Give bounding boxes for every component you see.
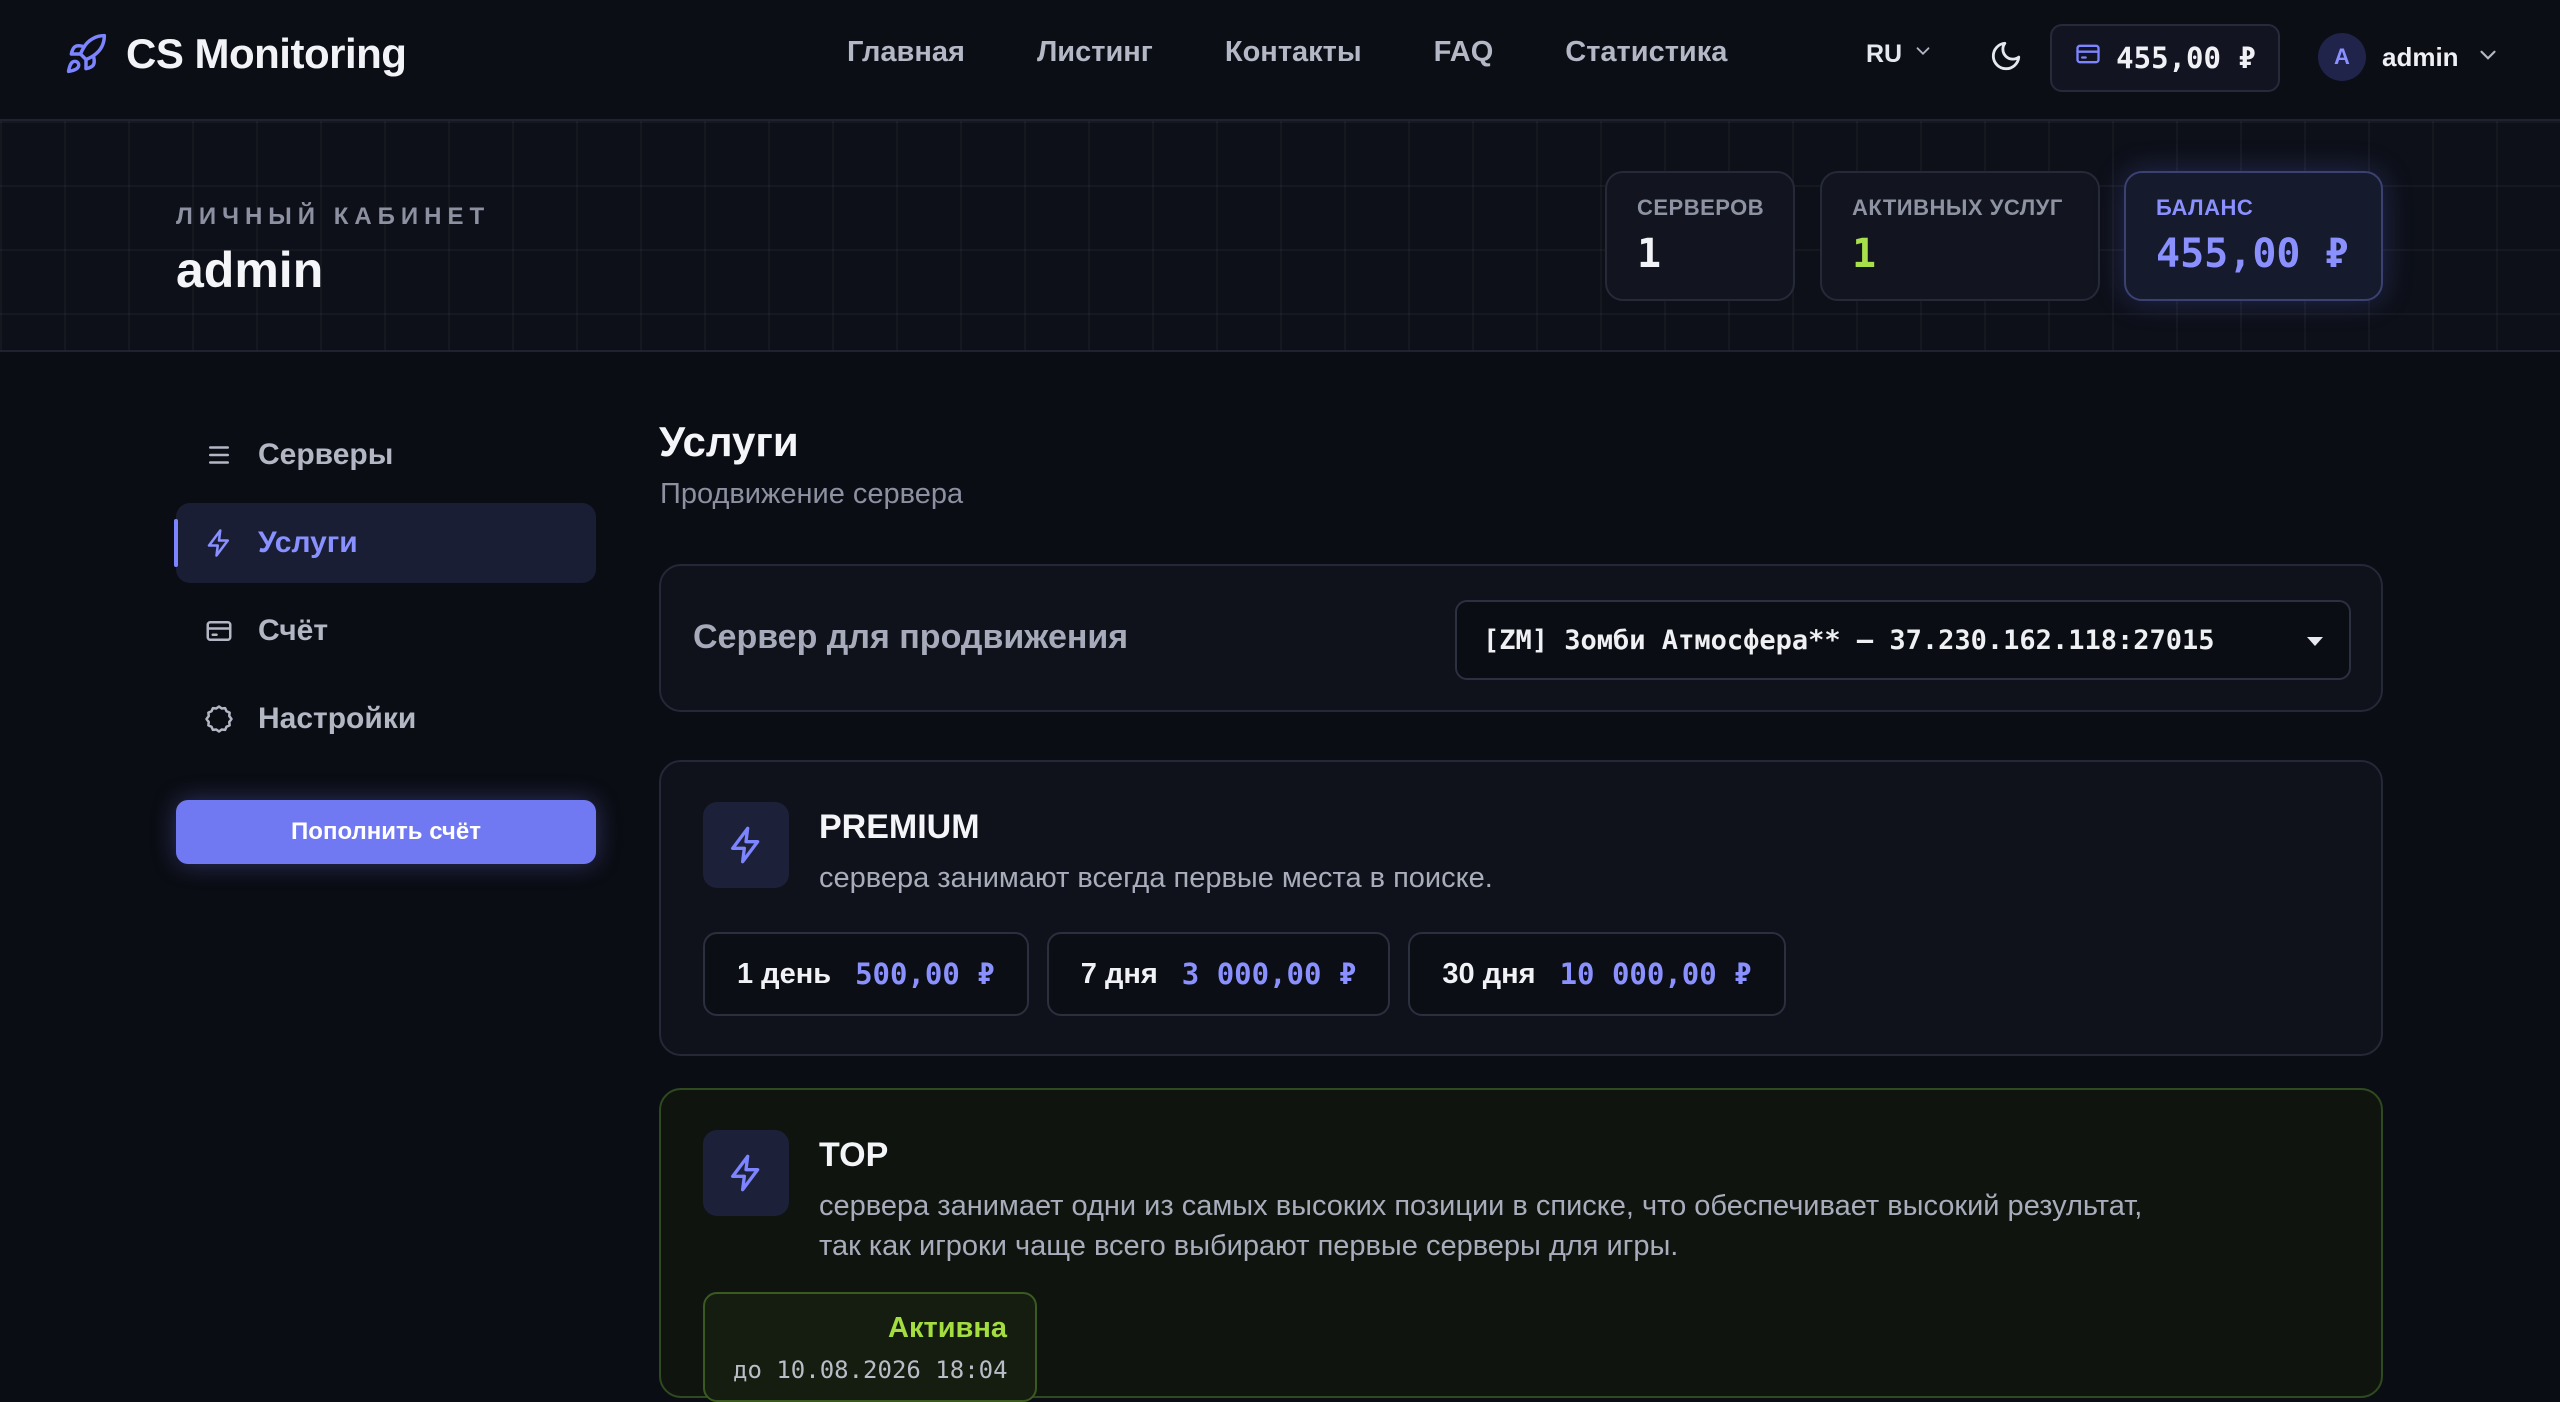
- stat-card-servers: СЕРВЕРОВ 1: [1605, 171, 1795, 301]
- chevron-down-icon: [2475, 42, 2501, 73]
- lightning-icon: [703, 1130, 789, 1216]
- rocket-icon: [64, 32, 108, 76]
- theme-toggle-button[interactable]: [1986, 38, 2026, 78]
- user-name: admin: [2382, 41, 2459, 72]
- stat-card-active-services: АКТИВНЫХ УСЛУГ 1: [1820, 171, 2100, 301]
- status-badge: Активна: [888, 1312, 1007, 1344]
- stat-label: БАЛАНС: [2156, 195, 2254, 220]
- nav-item-faq[interactable]: FAQ: [1434, 36, 1494, 69]
- brand-logo[interactable]: CS Monitoring: [64, 30, 407, 78]
- service-status-badge: Активна до 10.08.2026 18:04: [703, 1292, 1037, 1402]
- sidebar-item-label: Счёт: [258, 614, 329, 647]
- server-picker-label: Сервер для продвижения: [693, 618, 1129, 656]
- list-icon: [204, 440, 234, 470]
- stat-value: 455,00 ₽: [2156, 231, 2349, 277]
- header-balance-amount: 455,00 ₽: [2116, 41, 2256, 75]
- hero-kicker: ЛИЧНЫЙ КАБИНЕТ: [176, 203, 491, 230]
- service-description-line: сервера занимает одни из самых высоких п…: [819, 1190, 2143, 1222]
- price-amount: 3 000,00 ₽: [1181, 957, 1357, 991]
- header-balance-button[interactable]: 455,00 ₽: [2050, 24, 2280, 92]
- sidebar-item-label: Настройки: [258, 702, 417, 735]
- card-icon: [204, 616, 234, 646]
- status-expiry: до 10.08.2026 18:04: [733, 1356, 1008, 1384]
- account-hero: ЛИЧНЫЙ КАБИНЕТ admin СЕРВЕРОВ 1 АКТИВНЫХ…: [0, 121, 2560, 352]
- sidebar-item-servers[interactable]: Серверы: [176, 415, 596, 495]
- service-name: PREMIUM: [819, 808, 980, 846]
- price-option-30-days[interactable]: 30 дня 10 000,00 ₽: [1408, 932, 1786, 1016]
- price-period: 7 дня: [1080, 957, 1158, 990]
- page-title: admin: [176, 242, 324, 298]
- avatar: A: [2318, 33, 2366, 81]
- chevron-down-icon: [1912, 40, 1934, 69]
- price-period: 30 дня: [1442, 957, 1536, 990]
- price-amount: 500,00 ₽: [855, 957, 995, 991]
- language-selector[interactable]: RU: [1866, 40, 1934, 69]
- stat-value: 1: [1637, 231, 1662, 277]
- service-description-line: так как игроки чаще всего выбирают первы…: [819, 1230, 1679, 1262]
- user-menu[interactable]: A admin: [2318, 33, 2501, 81]
- gear-icon: [204, 704, 234, 734]
- server-select-value: [ZM] Зомби Атмосфера** — 37.230.162.118:…: [1483, 624, 2215, 656]
- server-picker-panel: Сервер для продвижения [ZM] Зомби Атмосф…: [659, 564, 2383, 712]
- price-option-7-days[interactable]: 7 дня 3 000,00 ₽: [1046, 932, 1391, 1016]
- service-name: TOP: [819, 1136, 889, 1174]
- nav-item-statistics[interactable]: Статистика: [1565, 36, 1727, 69]
- section-subtitle: Продвижение сервера: [660, 478, 964, 510]
- lightning-icon: [204, 528, 234, 558]
- price-amount: 10 000,00 ₽: [1559, 957, 1752, 991]
- price-options: 1 день 500,00 ₽ 7 дня 3 000,00 ₽ 30 дня …: [703, 932, 1786, 1016]
- service-card-top: TOP сервера занимает одни из самых высок…: [659, 1088, 2383, 1402]
- moon-icon: [1989, 39, 2023, 78]
- price-period: 1 день: [737, 957, 832, 990]
- top-up-balance-button[interactable]: Пополнить счёт: [176, 800, 596, 864]
- sidebar-item-label: Серверы: [258, 438, 394, 471]
- service-description: сервера занимает одни из самых высоких п…: [819, 1186, 2219, 1266]
- service-description: сервера занимают всегда первые места в п…: [819, 862, 1493, 894]
- brand-name: CS Monitoring: [126, 30, 407, 77]
- lightning-icon: [703, 802, 789, 888]
- stat-label: СЕРВЕРОВ: [1637, 195, 1765, 220]
- nav-item-listing[interactable]: Листинг: [1037, 36, 1153, 69]
- stat-card-balance: БАЛАНС 455,00 ₽: [2124, 171, 2383, 301]
- caret-down-icon: [2307, 637, 2323, 646]
- server-select-dropdown[interactable]: [ZM] Зомби Атмосфера** — 37.230.162.118:…: [1455, 600, 2351, 680]
- language-label: RU: [1866, 40, 1903, 68]
- sidebar-item-invoice[interactable]: Счёт: [176, 591, 596, 671]
- sidebar-item-label: Услуги: [258, 526, 358, 559]
- section-title: Услуги: [659, 418, 799, 465]
- wallet-card-icon: [2074, 40, 2102, 76]
- sidebar-item-settings[interactable]: Настройки: [176, 679, 596, 759]
- nav-item-home[interactable]: Главная: [847, 36, 965, 69]
- service-card-premium: PREMIUM сервера занимают всегда первые м…: [659, 760, 2383, 1056]
- stat-label: АКТИВНЫХ УСЛУГ: [1852, 195, 2063, 220]
- sidebar-item-services[interactable]: Услуги: [174, 503, 596, 583]
- top-navigation-bar: CS Monitoring Главная Листинг Контакты F…: [0, 0, 2560, 121]
- stat-value: 1: [1852, 231, 1877, 277]
- nav-item-contacts[interactable]: Контакты: [1225, 36, 1362, 69]
- main-nav: Главная Листинг Контакты FAQ Статистика: [847, 36, 1727, 69]
- price-option-1-day[interactable]: 1 день 500,00 ₽: [703, 932, 1029, 1016]
